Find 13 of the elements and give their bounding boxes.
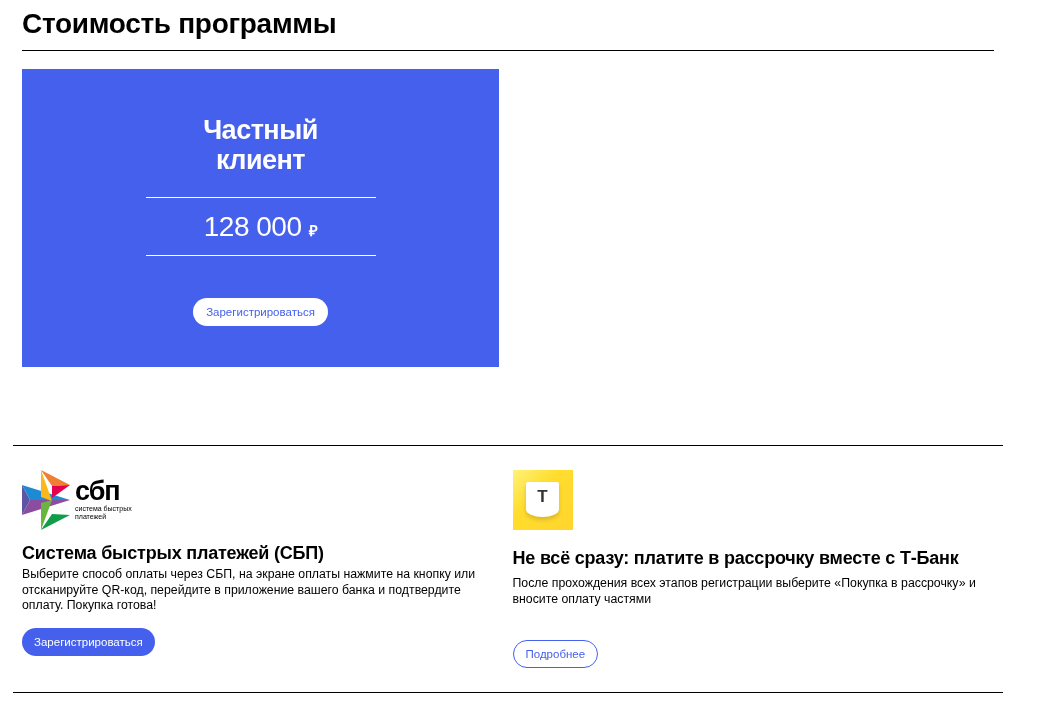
register-button[interactable]: Зарегистрироваться [22, 627, 155, 656]
logo-wordmark: сбп [75, 479, 120, 503]
payment-description: После прохождения всех этапов регистрации выберите «Покупка в рассрочку» и вносите оплату частями [512, 576, 977, 608]
sbp-logo-icon [22, 470, 72, 530]
register-button[interactable]: Зарегистрироваться [193, 298, 328, 326]
section-heading: Стоимость программы [22, 7, 338, 41]
payment-title: Не всё сразу: платите в рассрочку вместе с Т-Банк [512, 548, 959, 568]
details-button[interactable]: Подробнее [512, 640, 599, 668]
logo-letter: Т [537, 488, 548, 505]
plan-title: Частный клиент [202, 115, 319, 175]
payment-description: Выберите способ оплаты через СБП, на экране оплаты нажмите на кнопку или отсканируйте QR-код, перейдите в приложение вашего банка и подтвердите оплату. Покупка готова! [22, 567, 477, 614]
payment-title: Система быстрых платежей (СБП) [22, 543, 324, 563]
price-text: 128 000 ₽ [203, 210, 318, 244]
